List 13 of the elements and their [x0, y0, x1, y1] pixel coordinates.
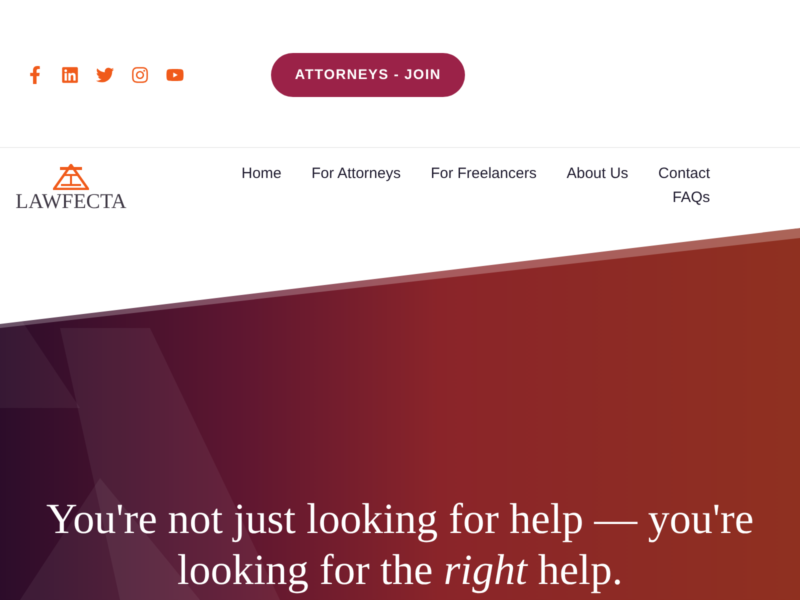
nav-link[interactable]: Contact: [658, 164, 710, 183]
logo-icon: [53, 164, 89, 190]
nav-link[interactable]: About Us: [566, 164, 628, 183]
logo-text: LAWFECTA: [16, 190, 126, 212]
twitter-icon[interactable]: [96, 66, 114, 84]
join-button[interactable]: ATTORNEYS - JOIN: [271, 52, 465, 96]
nav-link[interactable]: For Attorneys: [312, 164, 401, 183]
nav-link[interactable]: Home: [242, 164, 282, 183]
instagram-icon[interactable]: [131, 66, 149, 84]
nav-link[interactable]: FAQs: [672, 188, 710, 207]
nav-link[interactable]: For Freelancers: [430, 164, 537, 183]
hero-heading: You're not just looking for help — you're looking for the right help.: [45, 495, 755, 596]
linkedin-icon[interactable]: [61, 66, 79, 84]
